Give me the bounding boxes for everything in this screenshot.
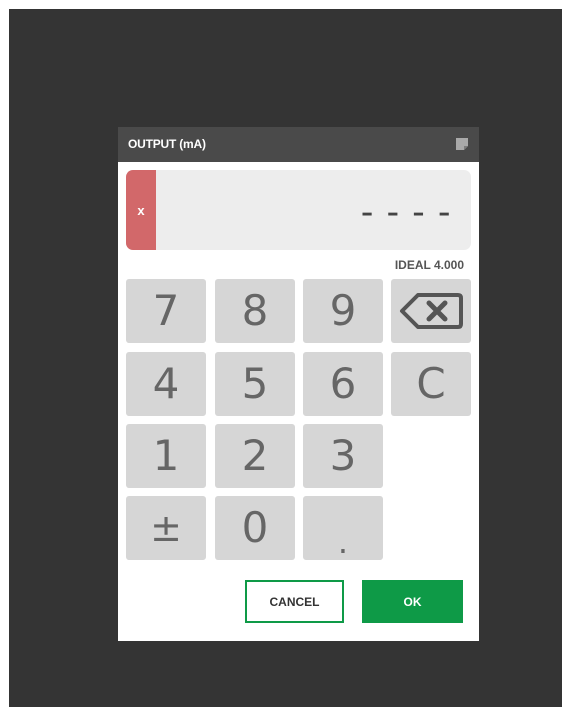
key-4-label: 4 <box>152 359 180 408</box>
key-9[interactable]: 9 <box>303 279 383 343</box>
backspace-button[interactable] <box>391 279 471 343</box>
decimal-label: . <box>337 523 349 561</box>
key-8[interactable]: 8 <box>215 279 295 343</box>
key-0-label: 0 <box>241 503 269 552</box>
key-8-label: 8 <box>241 286 269 335</box>
note-icon[interactable] <box>455 137 469 151</box>
key-7-label: 7 <box>152 286 180 335</box>
backspace-icon <box>400 293 463 329</box>
key-2-label: 2 <box>241 431 269 480</box>
app-background: OUTPUT (mA) x ---- IDEAL 4.000 7 8 9 4 5 <box>9 9 562 707</box>
key-5-label: 5 <box>241 359 269 408</box>
plus-minus-label: ± <box>150 506 182 550</box>
key-6-label: 6 <box>329 359 357 408</box>
ok-button[interactable]: OK <box>362 580 463 623</box>
key-3-label: 3 <box>329 431 357 480</box>
key-7[interactable]: 7 <box>126 279 206 343</box>
decimal-key[interactable]: . <box>303 496 383 560</box>
plus-minus-key[interactable]: ± <box>126 496 206 560</box>
cancel-button-label: CANCEL <box>269 594 320 609</box>
key-9-label: 9 <box>329 286 357 335</box>
ok-button-label: OK <box>403 594 422 609</box>
dialog-header: OUTPUT (mA) <box>118 127 479 162</box>
key-4[interactable]: 4 <box>126 352 206 416</box>
key-1[interactable]: 1 <box>126 424 206 488</box>
key-5[interactable]: 5 <box>215 352 295 416</box>
clear-button[interactable]: C <box>391 352 471 416</box>
key-1-label: 1 <box>152 431 180 480</box>
clear-value-button[interactable]: x <box>126 170 156 250</box>
dialog-title: OUTPUT (mA) <box>128 137 206 151</box>
key-2[interactable]: 2 <box>215 424 295 488</box>
key-3[interactable]: 3 <box>303 424 383 488</box>
ideal-value: IDEAL 4.000 <box>394 258 464 272</box>
clear-value-label: x <box>137 202 145 218</box>
output-dialog: OUTPUT (mA) x ---- IDEAL 4.000 7 8 9 4 5 <box>118 127 479 641</box>
display-value: ---- <box>356 192 459 233</box>
value-display: x ---- <box>126 170 471 250</box>
clear-button-label: C <box>416 359 446 408</box>
cancel-button[interactable]: CANCEL <box>245 580 344 623</box>
key-0[interactable]: 0 <box>215 496 295 560</box>
key-6[interactable]: 6 <box>303 352 383 416</box>
